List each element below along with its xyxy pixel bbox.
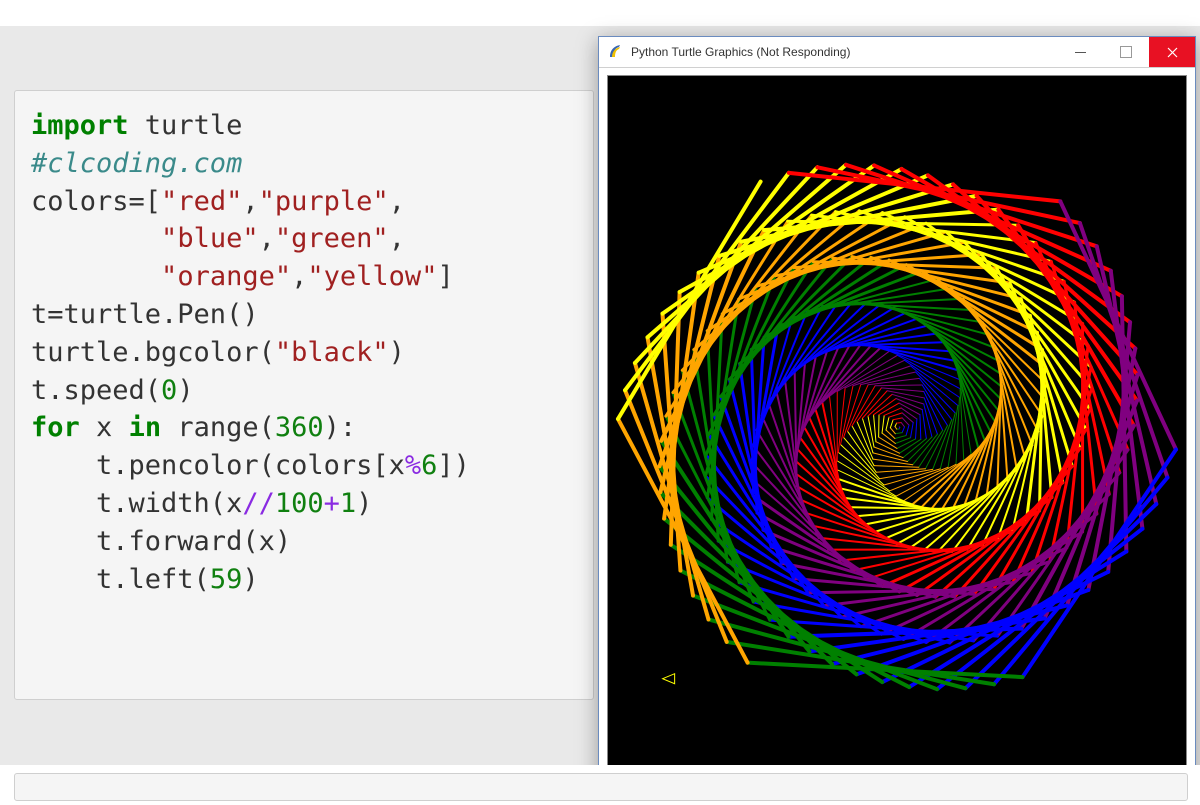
comment: #clcoding.com	[31, 148, 242, 179]
code-text: t.forward(x)	[31, 526, 291, 557]
t: ,	[259, 223, 275, 254]
turtle-window[interactable]: Python Turtle Graphics (Not Responding)	[598, 36, 1196, 788]
string: "green"	[275, 223, 389, 254]
t: ]	[437, 261, 453, 292]
keyword-for: for	[31, 412, 80, 443]
operator-floordiv: //	[242, 488, 275, 519]
code-text: t.speed(	[31, 375, 161, 406]
close-icon	[1167, 47, 1178, 58]
code-text: t.width(x	[31, 488, 242, 519]
string: "blue"	[161, 223, 259, 254]
t: )	[177, 375, 193, 406]
bottom-white-strip	[0, 765, 1200, 805]
code-text: t=turtle.Pen()	[31, 299, 259, 330]
t: )	[389, 337, 405, 368]
string: "red"	[161, 186, 242, 217]
maximize-button[interactable]	[1103, 37, 1149, 67]
t: )	[242, 564, 258, 595]
minimize-button[interactable]	[1057, 37, 1103, 67]
page-root: import turtle #clcoding.com colors=["red…	[0, 0, 1200, 805]
code-text: t.left(	[31, 564, 210, 595]
t: x	[80, 412, 129, 443]
text: turtle	[129, 110, 243, 141]
python-feather-icon	[607, 43, 623, 62]
code-text: turtle.bgcolor(	[31, 337, 275, 368]
spiral-drawing	[608, 76, 1186, 778]
code-panel: import turtle #clcoding.com colors=["red…	[14, 90, 594, 700]
operator-mod: %	[405, 450, 421, 481]
number: 0	[161, 375, 177, 406]
number: 6	[421, 450, 437, 481]
t: range(	[161, 412, 275, 443]
t: ,	[389, 223, 405, 254]
string: "purple"	[259, 186, 389, 217]
source-code: import turtle #clcoding.com colors=["red…	[31, 107, 577, 598]
t: ])	[437, 450, 470, 481]
code-text: t.pencolor(colors[x	[31, 450, 405, 481]
window-title: Python Turtle Graphics (Not Responding)	[631, 45, 850, 59]
string: "orange"	[161, 261, 291, 292]
string: "yellow"	[307, 261, 437, 292]
keyword-in: in	[129, 412, 162, 443]
t: ,	[242, 186, 258, 217]
titlebar[interactable]: Python Turtle Graphics (Not Responding)	[599, 37, 1195, 68]
string: "black"	[275, 337, 389, 368]
top-white-strip	[0, 0, 1200, 26]
keyword-import: import	[31, 110, 129, 141]
bottom-panel	[14, 773, 1188, 801]
operator-plus: +	[324, 488, 340, 519]
number: 59	[210, 564, 243, 595]
t: )	[356, 488, 372, 519]
t: ,	[389, 186, 405, 217]
t: ):	[324, 412, 357, 443]
number: 1	[340, 488, 356, 519]
code-text: colors=[	[31, 186, 161, 217]
number: 100	[275, 488, 324, 519]
number: 360	[275, 412, 324, 443]
turtle-canvas	[607, 75, 1187, 779]
close-button[interactable]	[1149, 37, 1195, 67]
t: ,	[291, 261, 307, 292]
